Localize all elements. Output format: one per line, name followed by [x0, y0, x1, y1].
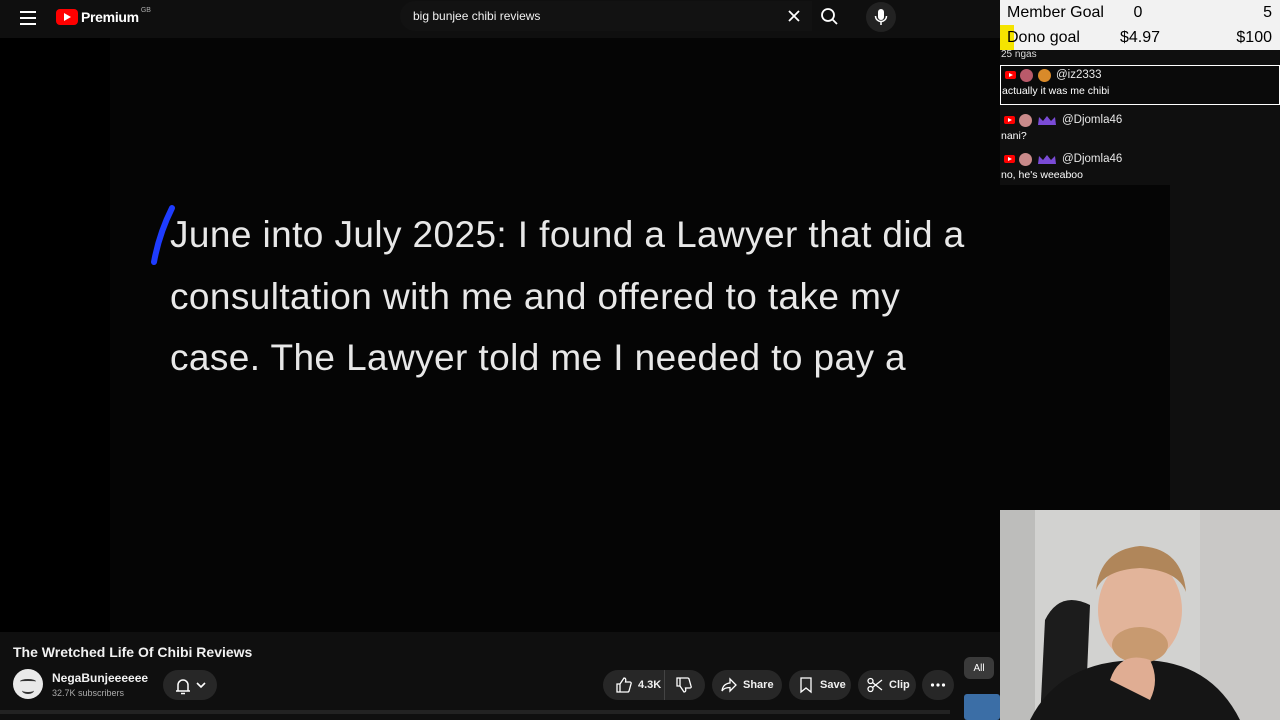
chat-message: @Djomla46 no, he's weeaboo	[1000, 150, 1280, 181]
top-bar: Premium GB big bunjee chibi reviews	[0, 0, 1000, 38]
share-button[interactable]: Share	[712, 670, 782, 700]
like-button[interactable]: 4.3K	[603, 670, 665, 700]
recommended-video-thumbnail[interactable]	[964, 694, 1000, 720]
save-label: Save	[820, 679, 846, 691]
user-avatar	[1019, 113, 1032, 127]
crown-badge-icon	[1038, 115, 1056, 125]
save-button[interactable]: Save	[789, 670, 851, 700]
clip-button[interactable]: Clip	[858, 670, 916, 700]
scroll-track	[0, 710, 950, 714]
user-avatar	[1019, 152, 1032, 166]
channel-avatar[interactable]	[13, 669, 43, 699]
video-frame	[110, 38, 1000, 632]
goals-overlay: Member Goal 0 5 Dono goal $4.97 $100	[1000, 0, 1280, 50]
clear-search-icon[interactable]	[783, 5, 805, 27]
youtube-icon	[1005, 71, 1016, 79]
dislike-button[interactable]	[665, 670, 703, 700]
chat-text: actually it was me chibi	[1002, 85, 1110, 97]
like-dislike-group: 4.3K	[603, 670, 705, 700]
member-badge-icon	[1038, 68, 1051, 82]
youtube-logo-icon	[56, 9, 78, 25]
youtube-icon	[1004, 155, 1015, 163]
share-label: Share	[743, 679, 774, 691]
streamer-webcam-image	[1000, 510, 1280, 720]
more-actions-button[interactable]	[922, 670, 954, 700]
microphone-icon[interactable]	[866, 2, 896, 32]
caption-line: case. The Lawyer told me I needed to pay…	[170, 337, 907, 378]
hamburger-menu-icon[interactable]	[16, 6, 40, 30]
filter-chip-all[interactable]: All	[964, 657, 994, 679]
like-count: 4.3K	[638, 679, 662, 691]
chat-message: @Djomla46 nani?	[1000, 111, 1280, 142]
chat-username: @iz2333	[1056, 69, 1102, 81]
dono-goal-row: Dono goal $4.97 $100	[1000, 25, 1280, 50]
subscriber-count: 32.7K subscribers	[52, 688, 125, 698]
dono-goal-label: Dono goal	[1007, 29, 1080, 46]
more-horizontal-icon	[930, 683, 946, 687]
member-goal-label: Member Goal	[1007, 4, 1104, 21]
bookmark-icon	[800, 677, 812, 694]
logo-region: GB	[140, 6, 151, 14]
clip-label: Clip	[889, 679, 910, 691]
video-player[interactable]: June into July 2025: I found a Lawyer th…	[0, 38, 1000, 632]
member-goal-row: Member Goal 0 5	[1000, 0, 1280, 25]
scissors-icon	[867, 677, 883, 693]
caption-line: consultation with me and offered to take…	[170, 276, 901, 317]
member-goal-target: 5	[1263, 4, 1272, 21]
chat-username: @Djomla46	[1062, 153, 1123, 165]
channel-name[interactable]: NegaBunjeeeeee	[52, 671, 148, 685]
member-goal-current: 0	[1133, 4, 1143, 21]
thumbs-down-icon	[676, 677, 692, 693]
search-input[interactable]: big bunjee chibi reviews	[400, 1, 812, 31]
video-title: The Wretched Life Of Chibi Reviews	[13, 644, 253, 660]
dono-goal-current: $4.97	[1120, 29, 1161, 46]
search-query: big bunjee chibi reviews	[413, 9, 541, 23]
logo-text: Premium	[81, 9, 139, 25]
webcam-feed	[1000, 510, 1280, 720]
chat-username: @Djomla46	[1062, 114, 1123, 126]
thumbs-up-icon	[616, 677, 632, 693]
share-icon	[721, 677, 737, 693]
caption-line: June into July 2025: I found a Lawyer th…	[170, 214, 965, 255]
search-icon[interactable]	[812, 1, 848, 31]
dono-goal-target: $100	[1236, 29, 1272, 46]
youtube-icon	[1004, 116, 1015, 124]
chat-text: no, he's weeaboo	[1001, 169, 1083, 181]
video-frame-edge	[1000, 185, 1170, 510]
goals-extra-text: 25 ngas	[1001, 49, 1037, 60]
notification-bell-button[interactable]	[163, 670, 217, 700]
youtube-premium-logo[interactable]: Premium GB	[56, 6, 151, 28]
crown-badge-icon	[1038, 154, 1056, 164]
user-avatar	[1020, 68, 1033, 82]
chat-text: nani?	[1001, 130, 1027, 142]
chat-message: @iz2333 actually it was me chibi	[1000, 65, 1280, 105]
